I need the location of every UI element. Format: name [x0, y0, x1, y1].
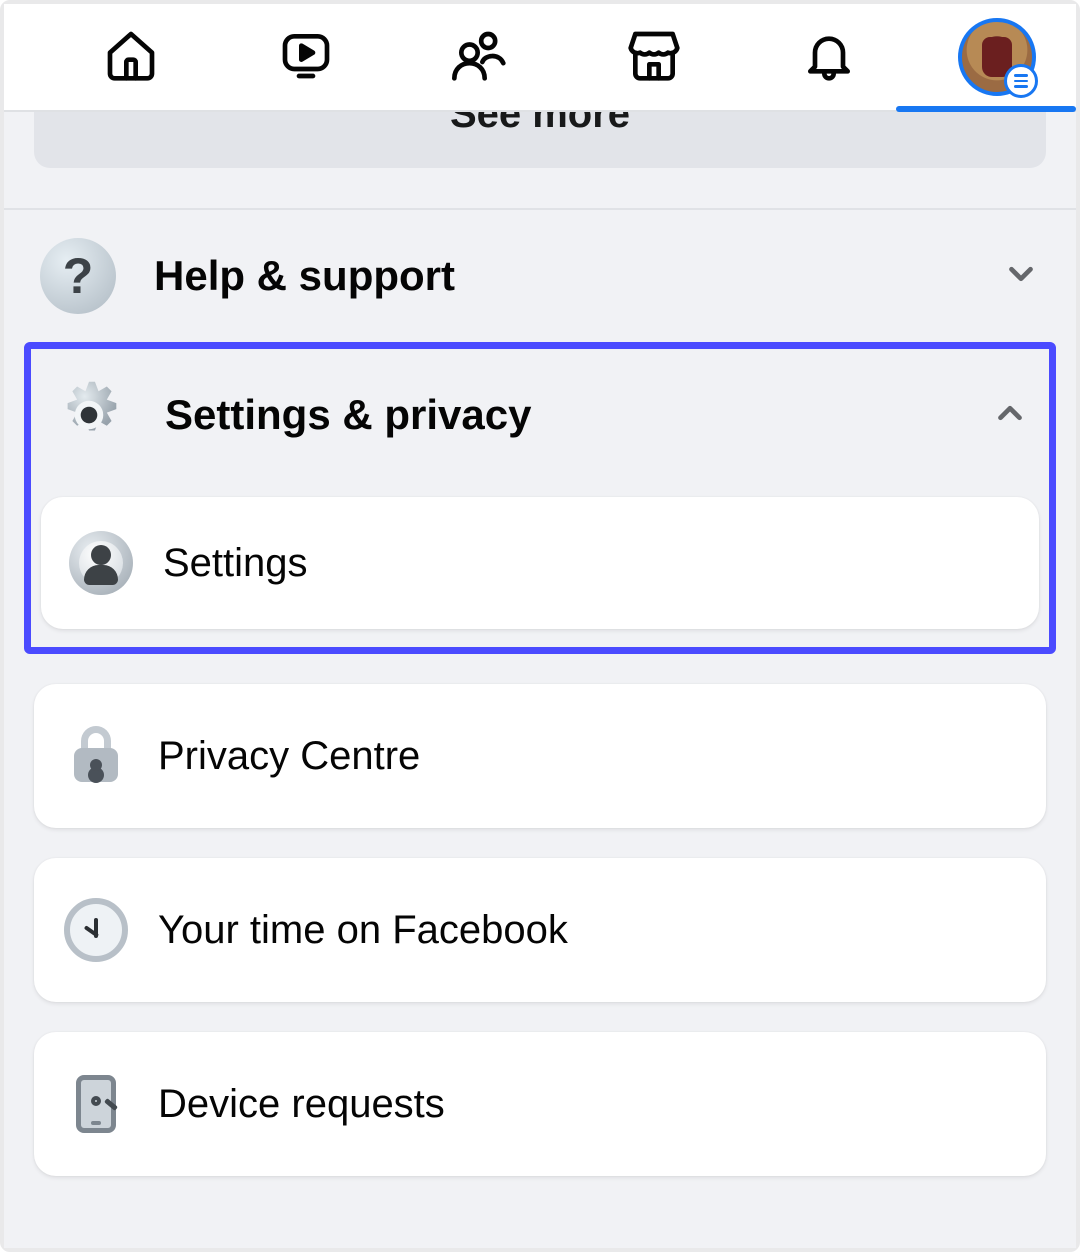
your-time-label: Your time on Facebook	[158, 908, 568, 953]
your-time-card[interactable]: Your time on Facebook	[34, 858, 1046, 1002]
home-icon	[103, 27, 159, 88]
top-nav	[4, 4, 1076, 112]
see-more-button[interactable]: See more	[34, 112, 1046, 168]
lock-icon	[64, 724, 128, 788]
nav-watch[interactable]	[218, 4, 392, 110]
settings-privacy-row[interactable]: Settings & privacy	[31, 349, 1049, 481]
menu-content: See more ? Help & support	[4, 112, 1076, 1248]
nav-marketplace[interactable]	[567, 4, 741, 110]
active-tab-indicator	[896, 106, 1076, 112]
privacy-centre-label: Privacy Centre	[158, 734, 420, 779]
marketplace-icon	[626, 27, 682, 88]
video-icon	[278, 27, 334, 88]
person-circle-icon	[69, 531, 133, 595]
see-more-label: See more	[450, 112, 630, 137]
friends-icon	[452, 27, 508, 88]
clock-icon	[64, 898, 128, 962]
settings-card[interactable]: Settings	[41, 497, 1039, 629]
gear-icon	[51, 377, 127, 453]
chevron-down-icon	[1002, 255, 1040, 298]
question-icon: ?	[40, 238, 116, 314]
settings-privacy-label: Settings & privacy	[165, 391, 991, 439]
chevron-up-icon	[991, 394, 1029, 437]
nav-home[interactable]	[44, 4, 218, 110]
settings-card-label: Settings	[163, 541, 308, 586]
settings-privacy-highlight: Settings & privacy Settings	[24, 342, 1056, 654]
help-support-row[interactable]: ? Help & support	[4, 208, 1076, 342]
device-requests-card[interactable]: Device requests	[34, 1032, 1046, 1176]
device-key-icon	[64, 1072, 128, 1136]
nav-notifications[interactable]	[742, 4, 916, 110]
menu-badge-icon	[1004, 64, 1038, 98]
privacy-centre-card[interactable]: Privacy Centre	[34, 684, 1046, 828]
bell-icon	[801, 27, 857, 88]
nav-friends[interactable]	[393, 4, 567, 110]
nav-menu[interactable]	[916, 4, 1036, 110]
device-requests-label: Device requests	[158, 1082, 445, 1127]
help-support-label: Help & support	[154, 252, 1002, 300]
profile-avatar[interactable]	[958, 18, 1036, 96]
